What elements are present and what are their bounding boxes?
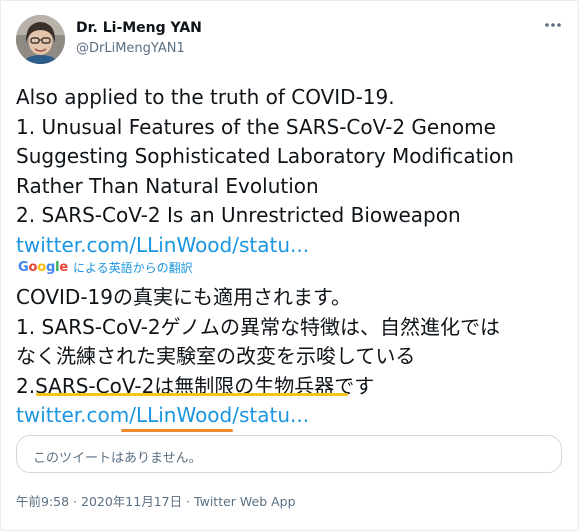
translation-attribution[interactable]: Google による英語からの翻訳 — [18, 259, 193, 276]
avatar[interactable] — [16, 15, 65, 64]
tweet-line: 2. SARS-CoV-2 Is an Unrestricted Bioweap… — [16, 203, 461, 227]
quote-text: このツイートはありません。 — [33, 451, 202, 466]
tweet-line: Suggesting Sophisticated Laboratory Modi… — [16, 144, 514, 168]
translated-link[interactable]: twitter.com/LLinWood/statu... — [16, 401, 571, 431]
highlight-underline-yellow — [36, 393, 348, 396]
more-horizontal-icon[interactable] — [544, 17, 562, 31]
translation-label[interactable]: による英語からの翻訳 — [73, 259, 193, 276]
tweet-card: Dr. Li-Meng YAN @DrLiMengYAN1 Also appli… — [0, 0, 579, 531]
translated-line: 2.SARS-CoV-2は無制限の生物兵器です — [16, 373, 375, 398]
avatar-photo — [16, 15, 65, 64]
translated-line: COVID-19の真実にも適用されます。 — [16, 285, 352, 309]
unavailable-quote-tweet[interactable]: このツイートはありません。 — [16, 435, 562, 473]
tweet-timestamp[interactable]: 午前9:58 · 2020年11月17日 · Twitter Web App — [16, 491, 296, 510]
tweet-line: Also applied to the truth of COVID-19. — [16, 85, 395, 109]
highlight-underline-orange — [121, 429, 233, 432]
tweet-link[interactable]: twitter.com/LLinWood/statu... — [16, 231, 561, 261]
translated-line: 1. SARS-CoV-2ゲノムの異常な特徴は、自然進化では — [16, 314, 501, 339]
google-logo: Google — [18, 260, 68, 275]
author-name[interactable]: Dr. Li-Meng YAN — [76, 20, 202, 36]
translated-line: なく洗練された実験室の改変を示唆している — [16, 344, 416, 368]
author-handle[interactable]: @DrLiMengYAN1 — [76, 41, 185, 56]
tweet-text: Also applied to the truth of COVID-19. 1… — [16, 83, 561, 260]
tweet-line: 1. Unusual Features of the SARS-CoV-2 Ge… — [16, 114, 496, 139]
tweet-line: Rather Than Natural Evolution — [16, 173, 319, 198]
translated-text: COVID-19の真実にも適用されます。 1. SARS-CoV-2ゲノムの異常… — [16, 283, 571, 431]
